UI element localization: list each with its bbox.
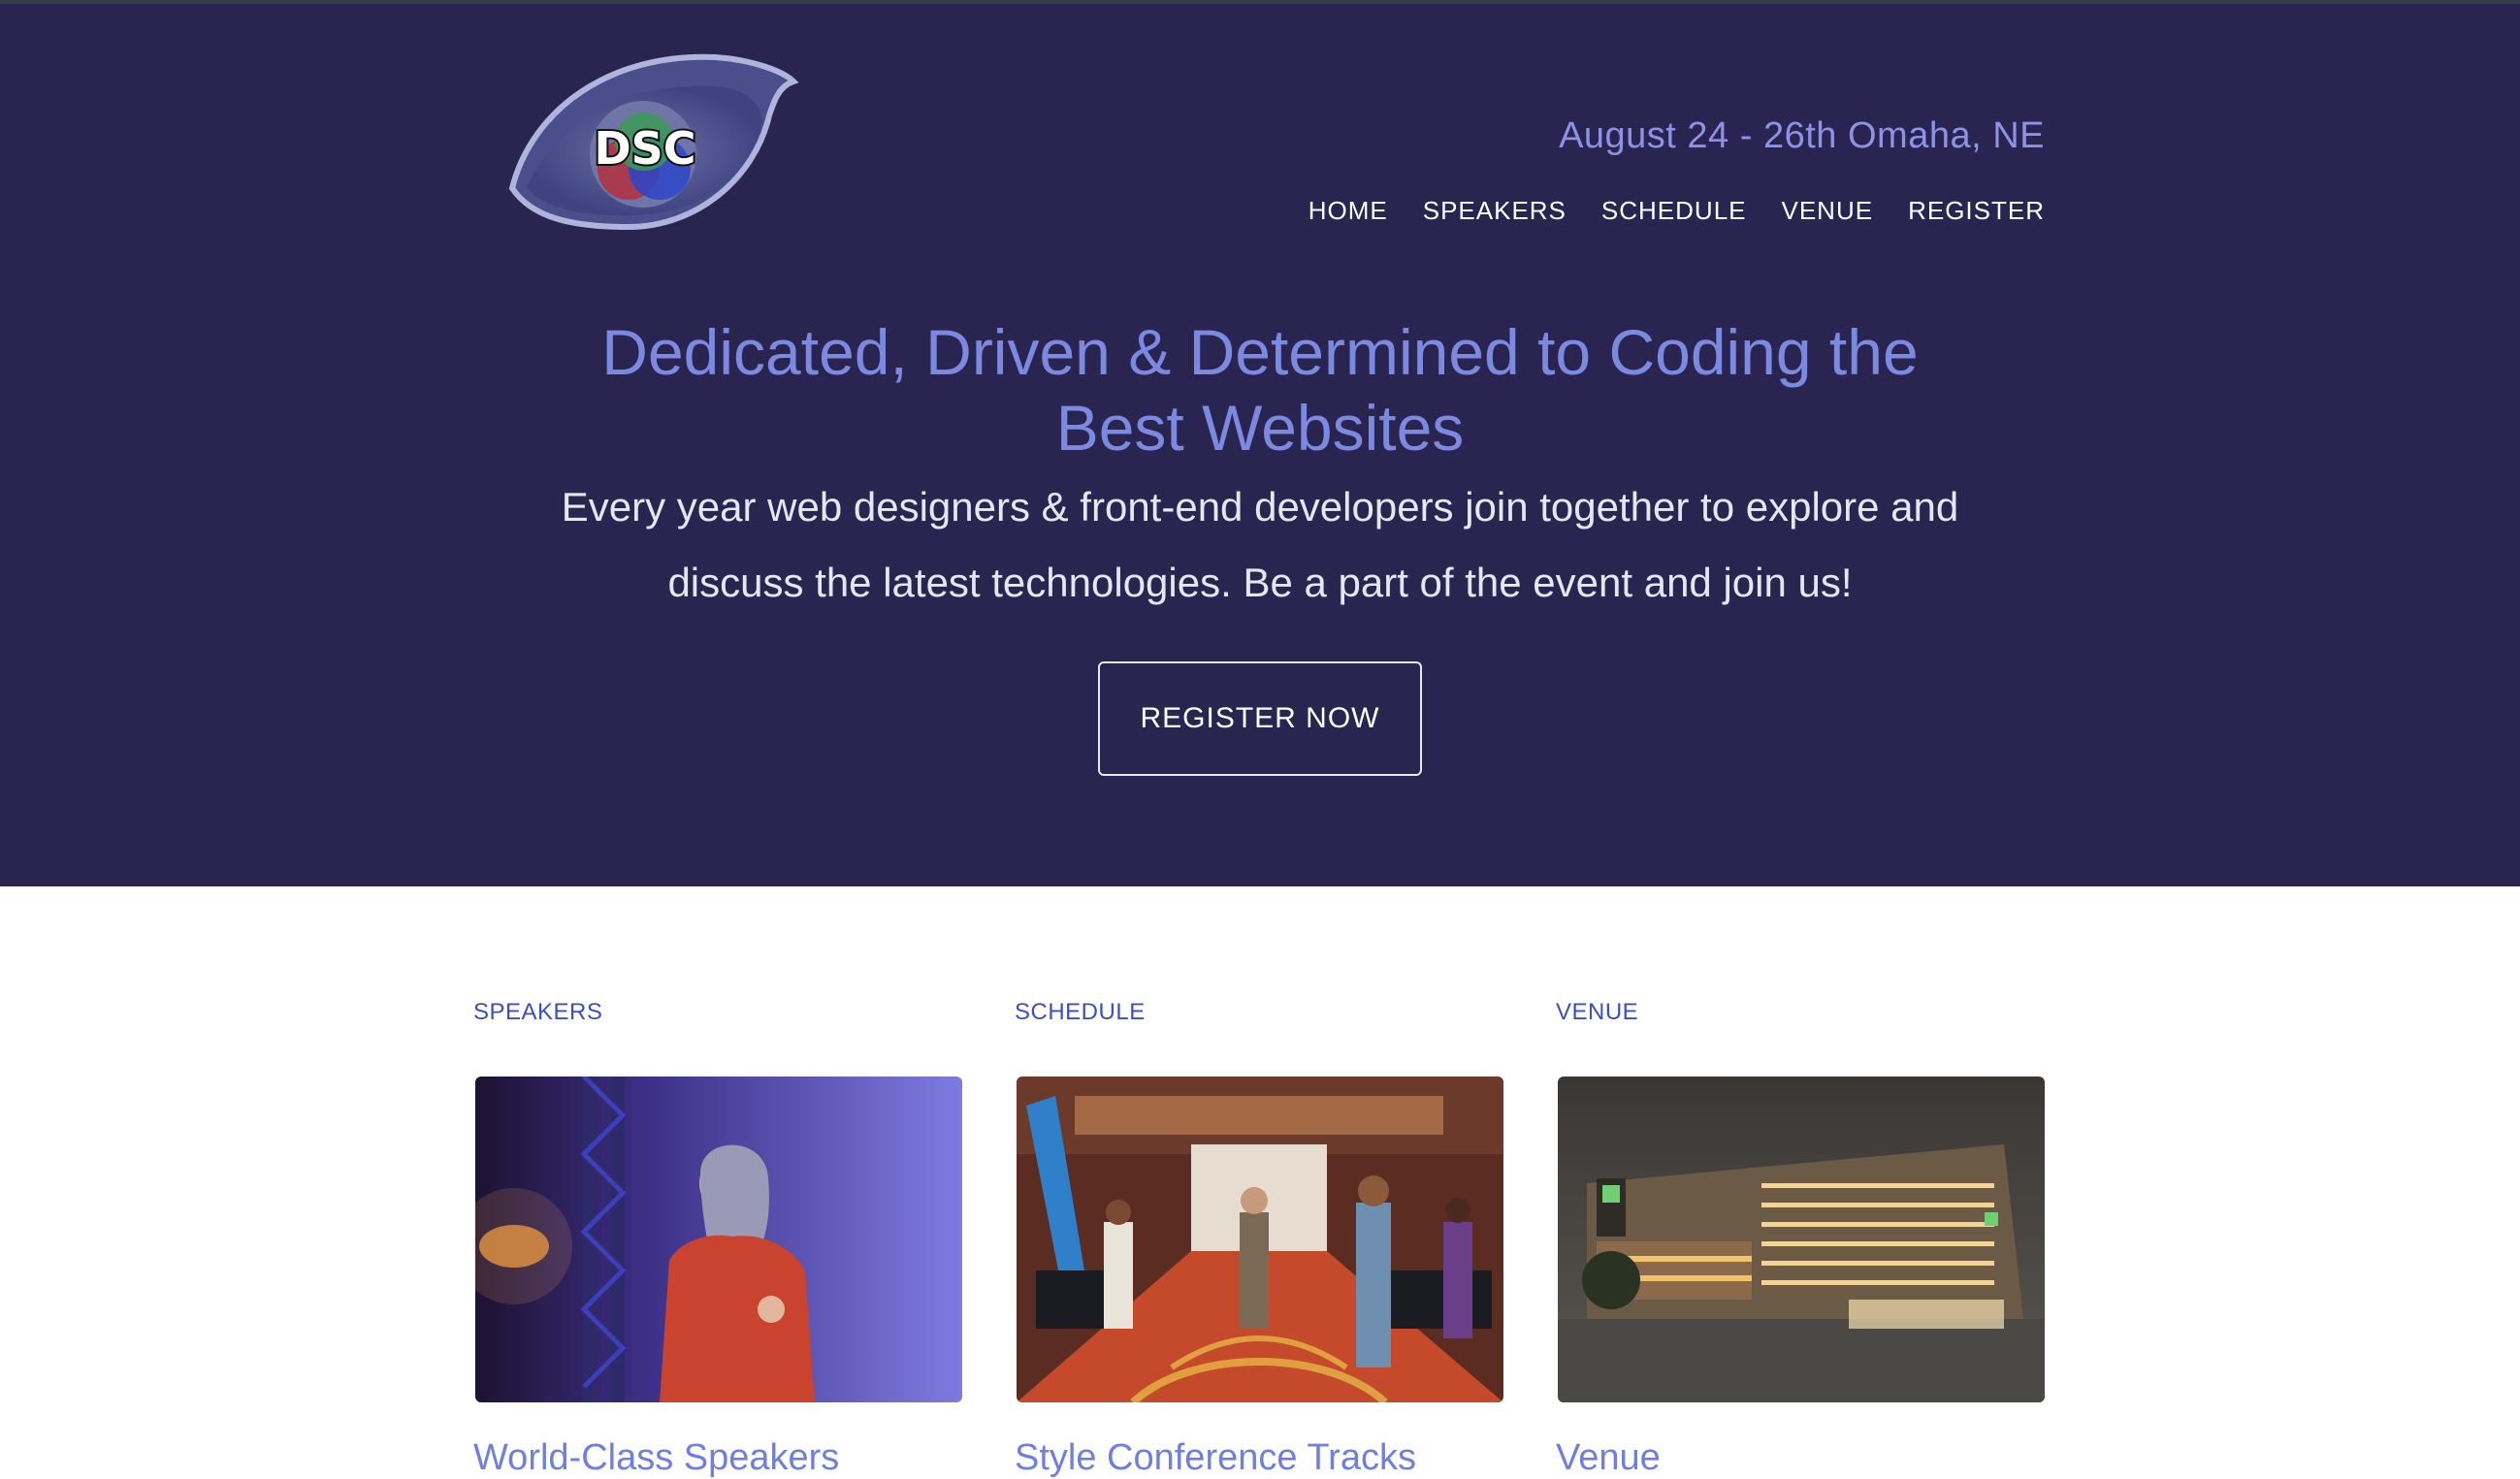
card-eyebrow[interactable]: VENUE — [1556, 999, 2045, 1026]
nav-home[interactable]: HOME — [1308, 196, 1388, 226]
card-eyebrow[interactable]: SPEAKERS — [473, 999, 962, 1026]
hotel-photo[interactable] — [1558, 1077, 2045, 1402]
event-date-location: August 24 - 26th Omaha, NE — [1559, 115, 2045, 156]
card-schedule[interactable]: SCHEDULE Style Conference Tracks — [1015, 999, 1503, 1478]
nav-schedule[interactable]: SCHEDULE — [1601, 196, 1747, 226]
card-title[interactable]: World-Class Speakers — [473, 1437, 839, 1479]
card-title[interactable]: Style Conference Tracks — [1015, 1437, 1416, 1479]
dsc-eye-logo[interactable]: DSC — [493, 33, 803, 237]
card-speakers[interactable]: SPEAKERS World-Class Speakers — [473, 999, 962, 1478]
register-now-button[interactable]: REGISTER NOW — [1098, 661, 1422, 776]
card-venue[interactable]: VENUE Venue — [1556, 999, 2045, 1478]
nav-speakers[interactable]: SPEAKERS — [1423, 196, 1567, 226]
hero-section: DSC August 24 - 26th Omaha, NE HOME SPEA… — [0, 4, 2520, 886]
speaker-photo[interactable] — [475, 1077, 962, 1402]
hero-lede: Every year web designers & front-end dev… — [561, 484, 1959, 605]
card-title[interactable]: Venue — [1556, 1437, 1661, 1479]
nav-venue[interactable]: VENUE — [1782, 196, 1874, 226]
conference-hall-photo[interactable] — [1017, 1077, 1503, 1402]
nav-register[interactable]: REGISTER — [1908, 196, 2045, 226]
card-eyebrow[interactable]: SCHEDULE — [1015, 999, 1503, 1026]
hero-headline: Dedicated, Driven & Determined to Coding… — [601, 316, 1919, 464]
logo-text: DSC — [594, 122, 695, 175]
main-nav: HOME SPEAKERS SCHEDULE VENUE REGISTER — [1308, 196, 2045, 226]
